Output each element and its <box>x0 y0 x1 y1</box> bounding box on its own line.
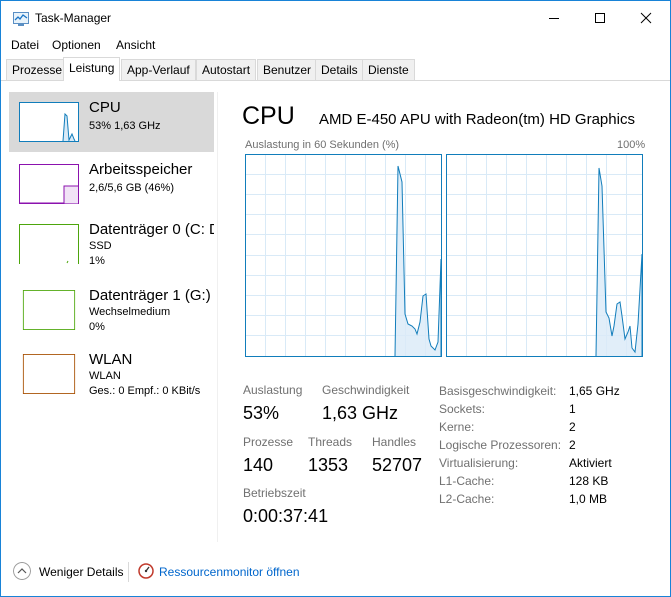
close-button[interactable] <box>623 1 669 35</box>
info-label: Basisgeschwindigkeit: <box>439 384 557 398</box>
sidebar-item-title: Datenträger 1 (G:) <box>89 287 211 304</box>
window-title: Task-Manager <box>35 11 112 25</box>
info-value: 2 <box>569 420 576 434</box>
menu-ansicht[interactable]: Ansicht <box>116 38 155 52</box>
sidebar-item-title: Datenträger 0 (C: D <box>89 221 214 238</box>
info-value: 1 <box>569 402 576 416</box>
tab-leistung[interactable]: Leistung <box>63 57 121 81</box>
handles-value: 52707 <box>372 455 423 475</box>
network-thumbnail-graph <box>19 354 79 394</box>
handles-label: Handles <box>372 435 417 449</box>
prozesse-value: 140 <box>243 455 274 475</box>
footer-separator <box>128 562 129 582</box>
sidebar-item-title: Arbeitsspeicher <box>89 161 193 178</box>
close-icon <box>640 12 652 24</box>
graph-caption: Auslastung in 60 Sekunden (%) <box>245 139 400 151</box>
cpu-thumbnail-graph <box>19 102 79 142</box>
title-bar: Task-Manager <box>1 1 670 35</box>
tab-prozesse[interactable]: Prozesse <box>6 59 69 81</box>
info-value: 1,65 GHz <box>569 384 620 398</box>
betriebszeit-value: 0:00:37:41 <box>243 506 329 526</box>
memory-thumbnail-graph <box>19 164 79 204</box>
minimize-icon <box>549 18 559 19</box>
minimize-button[interactable] <box>531 1 577 35</box>
betriebszeit-label: Betriebszeit <box>243 486 306 500</box>
prozesse-label: Prozesse <box>243 435 294 449</box>
menu-datei[interactable]: Datei <box>11 38 39 52</box>
task-manager-window: Task-Manager Datei Optionen Ansicht Proz… <box>0 0 671 597</box>
info-label: Virtualisierung: <box>439 456 519 470</box>
tab-autostart[interactable]: Autostart <box>196 59 257 81</box>
sidebar-item-detail: WLAN <box>89 370 121 382</box>
sidebar-item-wlan[interactable]: WLAN WLAN Ges.: 0 Empf.: 0 KBit/s <box>9 344 214 404</box>
tab-dienste[interactable]: Dienste <box>362 59 415 81</box>
sidebar-item-datentraeger-1[interactable]: Datenträger 1 (G:) Wechselmedium 0% <box>9 280 214 340</box>
fewer-details-button[interactable]: Weniger Details <box>39 565 123 579</box>
disk-thumbnail-graph <box>19 290 79 330</box>
auslastung-label: Auslastung <box>243 383 303 397</box>
info-value: 1,0 MB <box>569 492 608 506</box>
info-label: Kerne: <box>439 420 475 434</box>
threads-value: 1353 <box>308 455 349 475</box>
info-label: L2-Cache: <box>439 492 495 506</box>
sidebar-item-title: WLAN <box>89 351 133 368</box>
page-title: CPU <box>242 102 295 130</box>
sidebar-item-detail: 2,6/5,6 GB (46%) <box>89 182 174 194</box>
maximize-icon <box>595 13 605 23</box>
tab-details[interactable]: Details <box>315 59 364 81</box>
sidebar-item-detail: 1% <box>89 255 105 267</box>
geschwindigkeit-value: 1,63 GHz <box>322 403 399 423</box>
tab-benutzer[interactable]: Benutzer <box>257 59 318 81</box>
cpu-model-name: AMD E-450 APU with Radeon(tm) HD Graphic… <box>319 111 635 128</box>
info-label: Logische Prozessoren: <box>439 438 562 452</box>
menu-optionen[interactable]: Optionen <box>52 38 101 52</box>
graph-max-label: 100% <box>617 139 646 151</box>
tab-app-verlauf[interactable]: App-Verlauf <box>121 59 196 81</box>
tab-strip: Prozesse Leistung App-Verlauf Autostart … <box>6 57 666 81</box>
pane-divider <box>217 92 218 542</box>
footer: Weniger Details Ressourcenmonitor öffnen <box>1 554 670 590</box>
cpu-core-1-graph <box>446 154 643 357</box>
auslastung-value: 53% <box>243 403 280 423</box>
info-value: 128 KB <box>569 474 609 488</box>
sidebar-item-detail: Ges.: 0 Empf.: 0 KBit/s <box>89 385 201 397</box>
threads-label: Threads <box>308 435 353 449</box>
info-value: Aktiviert <box>569 456 612 470</box>
sidebar-item-arbeitsspeicher[interactable]: Arbeitsspeicher 2,6/5,6 GB (46%) <box>9 154 214 214</box>
menu-bar: Datei Optionen Ansicht <box>1 35 670 55</box>
sidebar-item-detail: Wechselmedium <box>89 306 171 318</box>
sidebar-item-detail: 0% <box>89 321 105 333</box>
resource-monitor-link[interactable]: Ressourcenmonitor öffnen <box>159 565 300 579</box>
cpu-core-0-graph <box>245 154 442 357</box>
info-value: 2 <box>569 438 576 452</box>
resource-monitor-icon <box>138 563 154 579</box>
sidebar-item-cpu[interactable]: CPU 53% 1,63 GHz <box>9 92 214 152</box>
sidebar-item-datentraeger-0[interactable]: Datenträger 0 (C: D SSD 1% <box>9 214 214 274</box>
task-manager-icon <box>13 12 29 26</box>
sidebar-item-detail: SSD <box>89 240 112 252</box>
sidebar-item-title: CPU <box>89 99 121 116</box>
geschwindigkeit-label: Geschwindigkeit <box>322 383 410 397</box>
chevron-up-icon[interactable] <box>13 562 31 580</box>
info-label: L1-Cache: <box>439 474 495 488</box>
info-label: Sockets: <box>439 402 486 416</box>
disk-thumbnail-graph <box>19 224 79 264</box>
maximize-button[interactable] <box>577 1 623 35</box>
sidebar-item-detail: 53% 1,63 GHz <box>89 120 161 132</box>
